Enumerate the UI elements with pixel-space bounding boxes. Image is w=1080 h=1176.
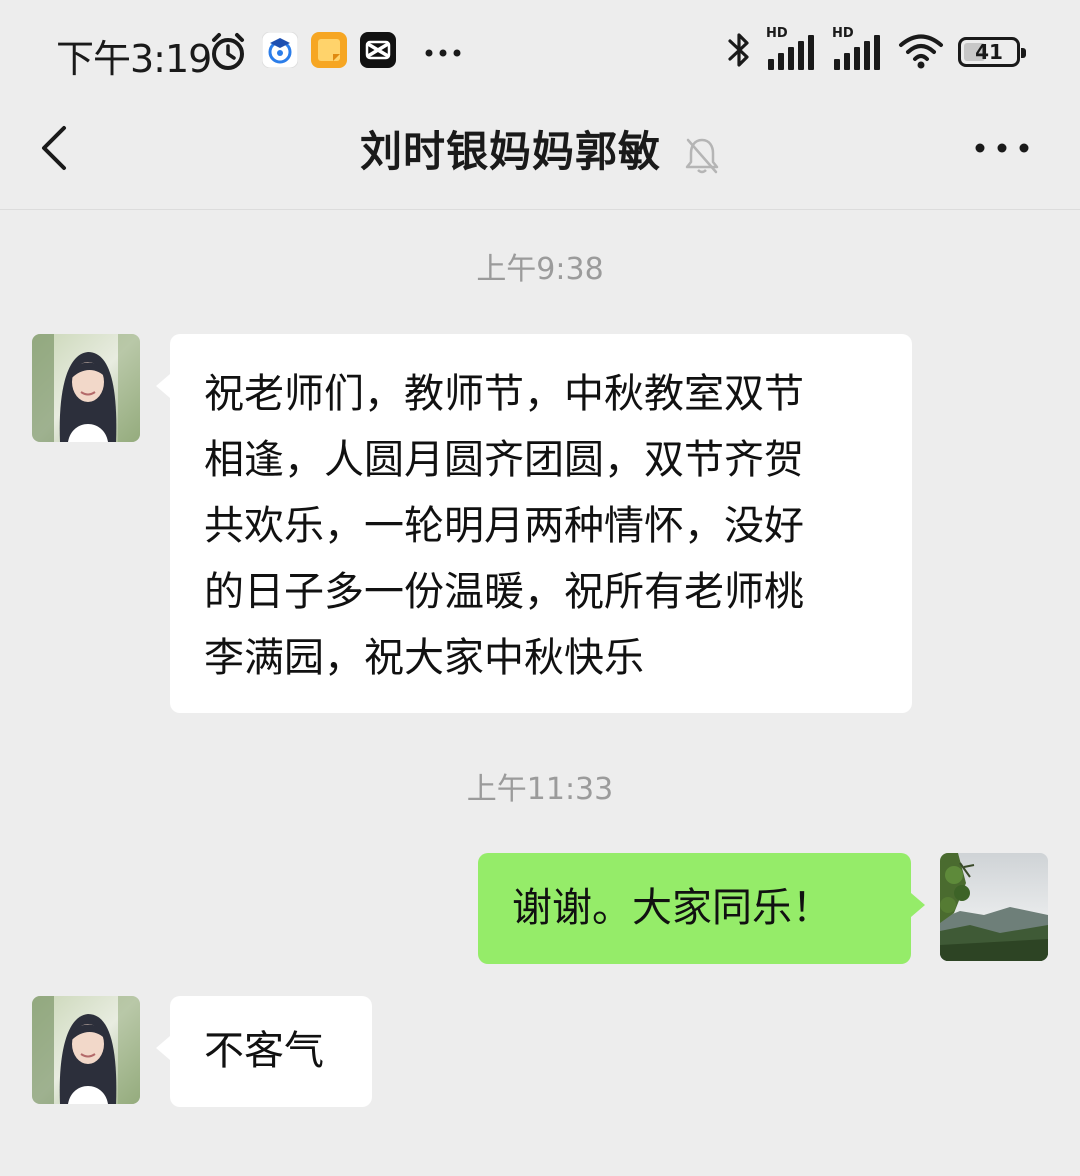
status-bar: 下午3:19 HD HD 41 [0, 0, 1080, 100]
signal-hd-icon: HD [832, 26, 884, 72]
title-wrap: 刘时银妈妈郭敏 [0, 118, 1080, 180]
wifi-icon [898, 30, 944, 74]
mute-bell-icon [684, 136, 720, 180]
message-timestamp: 上午9:38 [476, 252, 604, 287]
status-time: 下午3:19 [56, 37, 212, 81]
more-options-button[interactable] [972, 128, 1032, 168]
more-notifications-icon [424, 44, 464, 63]
message-text: 不客气 [204, 1028, 324, 1074]
chat-header: 刘时银妈妈郭敏 [0, 100, 1080, 210]
message-bubble-received[interactable]: 祝老师们，教师节，中秋教室双节 相逢，人圆月圆齐团圆，双节齐贺 共欢乐，一轮明月… [156, 334, 912, 713]
message-line: 李满园，祝大家中秋快乐 [204, 635, 644, 681]
battery-icon: 41 [958, 37, 1026, 67]
message-line: 相逢，人圆月圆齐团圆，双节齐贺 [204, 437, 804, 483]
alarm-icon [208, 32, 248, 76]
campus-app-icon [261, 31, 299, 72]
message-line: 祝老师们，教师节，中秋教室双节 [204, 371, 804, 417]
status-right-group: HD HD 41 [726, 26, 1026, 76]
contact-avatar[interactable] [32, 996, 140, 1104]
battery-percent: 41 [975, 40, 1003, 64]
bluetooth-icon [726, 30, 752, 74]
notes-app-icon [311, 32, 347, 72]
message-bubble-sent[interactable]: 谢谢。大家同乐！ [478, 853, 925, 964]
signal-hd-icon: HD [766, 26, 818, 72]
message-line: 共欢乐，一轮明月两种情怀，没好 [204, 503, 804, 549]
chat-title: 刘时银妈妈郭敏 [359, 127, 661, 176]
message-text: 谢谢。大家同乐！ [512, 885, 832, 931]
more-horizontal-icon [975, 143, 1029, 153]
message-line: 的日子多一份温暖，祝所有老师桃 [204, 569, 804, 615]
contact-avatar[interactable] [32, 334, 140, 442]
message-bubble-received[interactable]: 不客气 [156, 996, 372, 1107]
capcut-app-icon [360, 32, 396, 72]
self-avatar[interactable] [940, 853, 1048, 961]
message-timestamp: 上午11:33 [466, 772, 614, 807]
